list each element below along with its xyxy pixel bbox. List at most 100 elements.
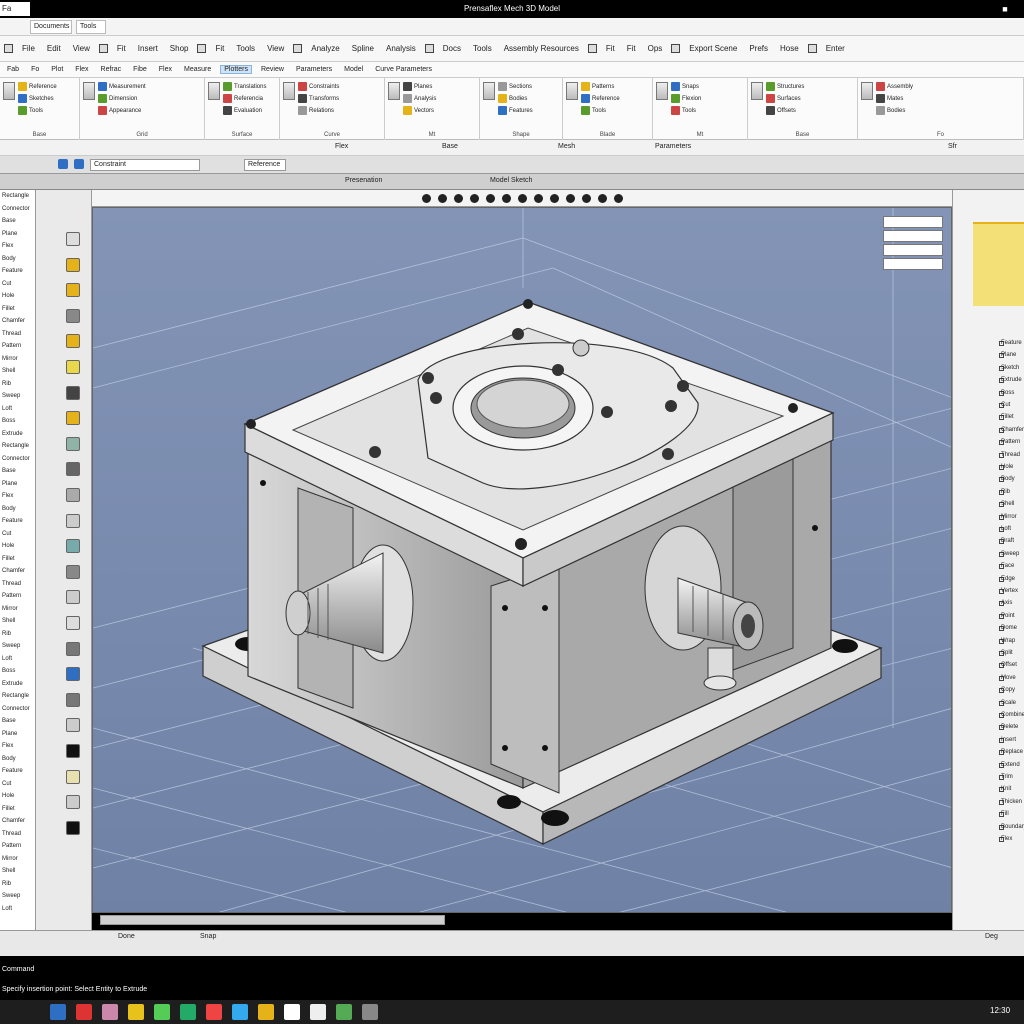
toolbar-icon[interactable] [197, 44, 207, 53]
view-tool-icon[interactable] [454, 194, 463, 203]
ribbon-button[interactable]: Relations [298, 106, 339, 115]
ribbon-button[interactable]: Transforms [298, 94, 339, 103]
tree-item[interactable]: Draft [1001, 538, 1014, 544]
tree-row[interactable]: Base [0, 715, 35, 728]
tree-row[interactable]: Flex [0, 490, 35, 503]
taskbar-app-icon[interactable] [258, 1004, 274, 1020]
menu-item[interactable]: Export Scene [686, 44, 740, 53]
ribbon-tab[interactable]: Fibe [130, 66, 150, 73]
tool-icon[interactable] [66, 718, 80, 733]
tree-item[interactable]: Dome [1001, 625, 1017, 631]
tool-icon[interactable] [66, 488, 80, 502]
tree-row[interactable]: Plane [0, 728, 35, 741]
view-tool-icon[interactable] [614, 194, 623, 203]
view-tool-icon[interactable] [438, 194, 447, 203]
ribbon-button[interactable]: Patterns [581, 82, 620, 91]
tree-item[interactable]: Knit [1001, 786, 1011, 792]
ribbon-button[interactable]: Appearance [98, 106, 146, 115]
command-line[interactable]: Command Specify insertion point: Select … [0, 956, 1024, 1000]
snap-status[interactable]: Snap [200, 933, 216, 940]
ribbon-tab[interactable]: Plotters [220, 65, 252, 74]
ribbon-button[interactable]: Planes [403, 82, 436, 91]
tool-icon[interactable] [66, 385, 80, 400]
view-tool-icon[interactable] [566, 194, 575, 203]
ribbon-button[interactable]: Analysis [403, 94, 436, 103]
menu-item[interactable]: Analyze [308, 44, 342, 53]
tree-row[interactable]: Pattern [0, 840, 35, 853]
tree-row[interactable]: Connector [0, 703, 35, 716]
settings-icon[interactable]: ■ [1000, 4, 1010, 14]
ribbon-button[interactable]: Flexion [671, 94, 701, 103]
ribbon-button[interactable]: Tools [581, 106, 620, 115]
tree-row[interactable]: Pattern [0, 590, 35, 603]
taskbar-app-icon[interactable] [128, 1004, 144, 1020]
tree-row[interactable]: Body [0, 253, 35, 266]
tree-row[interactable]: Rectangle [0, 690, 35, 703]
menu-item[interactable]: Edit [44, 44, 64, 53]
tree-row[interactable]: Shell [0, 865, 35, 878]
tree-row[interactable]: Connector [0, 453, 35, 466]
tool-icon[interactable] [66, 641, 80, 656]
menu-item[interactable]: Fit [114, 44, 129, 53]
taskbar-app-icon[interactable] [336, 1004, 352, 1020]
ribbon-button[interactable]: Bodies [876, 106, 913, 115]
reference-field[interactable]: Reference [244, 159, 286, 171]
tree-item[interactable]: Face [1001, 563, 1014, 569]
ribbon-button[interactable]: Bodies [498, 94, 533, 103]
tree-item[interactable]: Loft [1001, 526, 1011, 532]
tree-row[interactable]: Boss [0, 665, 35, 678]
ribbon-button[interactable]: Reference [18, 82, 57, 91]
taskbar-app-icon[interactable] [206, 1004, 222, 1020]
tree-row[interactable]: Cut [0, 528, 35, 541]
view-tool-icon[interactable] [550, 194, 559, 203]
view-tool-icon[interactable] [582, 194, 591, 203]
large-tool-icon[interactable] [566, 82, 578, 100]
tool-icon[interactable] [66, 539, 80, 554]
ribbon-button[interactable]: Sections [498, 82, 533, 91]
tree-item[interactable]: Wrap [1001, 638, 1015, 644]
taskbar-app-icon[interactable] [76, 1004, 92, 1020]
menu-item[interactable]: Tools [470, 44, 495, 53]
menu-item[interactable]: Tools [233, 44, 258, 53]
tool-icon[interactable] [66, 667, 80, 682]
tree-item[interactable]: Cut [1001, 402, 1010, 408]
tree-row[interactable]: Chamfer [0, 815, 35, 828]
tree-item[interactable]: Sweep [1001, 551, 1019, 557]
ribbon-button[interactable]: Vectors [403, 106, 436, 115]
tree-item[interactable]: Body [1001, 476, 1015, 482]
toolbar-icon[interactable] [587, 44, 597, 53]
menu-item[interactable]: Fit [624, 44, 639, 53]
menu-item[interactable]: Prefs [746, 44, 771, 53]
menu-item[interactable]: File [19, 44, 38, 53]
tool-icon[interactable] [66, 564, 80, 579]
view-field[interactable] [883, 244, 943, 256]
tree-row[interactable]: Shell [0, 615, 35, 628]
tree-row[interactable]: Thread [0, 578, 35, 591]
tree-row[interactable]: Sweep [0, 640, 35, 653]
tree-item[interactable]: Trim [1001, 774, 1013, 780]
tree-row[interactable]: Flex [0, 240, 35, 253]
view-tool-icon[interactable] [422, 194, 431, 203]
snap-icon[interactable] [74, 159, 84, 169]
tool-icon[interactable] [66, 334, 80, 349]
tree-item[interactable]: Feature [1001, 340, 1022, 346]
tree-row[interactable]: Cut [0, 778, 35, 791]
view-field[interactable] [883, 216, 943, 228]
tree-item[interactable]: Extrude [1001, 377, 1022, 383]
tool-icon[interactable] [66, 692, 80, 707]
3d-viewport[interactable] [92, 207, 952, 913]
tree-item[interactable]: Split [1001, 650, 1013, 656]
ribbon-tab[interactable]: Parameters [293, 66, 335, 73]
tree-row[interactable]: Mirror [0, 853, 35, 866]
ribbon-tab[interactable]: Measure [181, 66, 214, 73]
tool-icon[interactable] [66, 769, 80, 784]
tree-item[interactable]: Chamfer [1001, 427, 1024, 433]
tree-row[interactable]: Connector [0, 203, 35, 216]
tree-item[interactable]: Boss [1001, 390, 1014, 396]
tool-icon[interactable] [66, 436, 80, 451]
view-tool-icon[interactable] [486, 194, 495, 203]
tree-row[interactable]: Loft [0, 653, 35, 666]
menu-item[interactable]: View [70, 44, 93, 53]
toolbar-icon[interactable] [424, 44, 434, 53]
tree-row[interactable]: Rectangle [0, 440, 35, 453]
